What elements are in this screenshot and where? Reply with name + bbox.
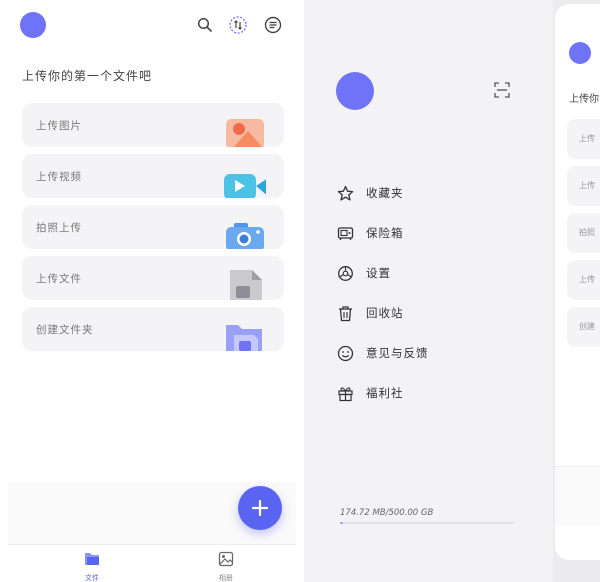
menu-icon[interactable] <box>262 14 284 36</box>
settings-icon <box>336 264 354 282</box>
files-icon <box>85 553 99 565</box>
partial-card[interactable]: 拍照 <box>567 213 600 253</box>
menu-label: 意见与反馈 <box>366 346 429 360</box>
smile-icon <box>336 344 354 362</box>
gift-icon <box>336 384 354 402</box>
partial-card-label: 拍照 <box>579 228 595 237</box>
card-label: 上传文件 <box>36 273 82 285</box>
partial-home-screen: 上传你 上传 上传 拍照 上传 创建 <box>553 0 600 582</box>
menu-label: 设置 <box>366 266 391 280</box>
partial-card[interactable]: 上传 <box>567 260 600 300</box>
file-upload-icon <box>224 270 266 300</box>
folder-create-icon <box>224 321 266 351</box>
bottom-nav: 文件 相册 <box>8 544 296 582</box>
menu-settings[interactable]: 设置 <box>336 263 391 283</box>
menu-safe[interactable]: 保险箱 <box>336 223 404 243</box>
storage-progress-fill <box>340 522 343 524</box>
nav-label: 文件 <box>85 574 99 582</box>
menu-label: 回收站 <box>366 306 404 320</box>
upload-image-card[interactable]: 上传图片 <box>22 103 284 147</box>
menu-label: 保险箱 <box>366 226 404 240</box>
menu-trash[interactable]: 回收站 <box>336 303 404 323</box>
star-icon <box>336 184 354 202</box>
search-icon[interactable] <box>194 14 216 36</box>
safe-icon <box>336 224 354 242</box>
partial-card-label: 上传 <box>579 181 595 190</box>
storage-usage-text: 174.72 MB/500.00 GB <box>340 508 434 518</box>
partial-prompt: 上传你 <box>569 94 599 105</box>
home-screen: 上传你的第一个文件吧 上传图片 上传视频 拍照上传 上传文件 创建文件夹 文件 … <box>0 0 304 582</box>
image-upload-icon <box>224 117 266 147</box>
nav-label: 相册 <box>219 574 233 582</box>
video-upload-icon <box>224 168 266 198</box>
partial-card-label: 创建 <box>579 322 595 331</box>
partial-card-label: 上传 <box>579 275 595 284</box>
nav-files[interactable]: 文件 <box>62 551 122 582</box>
nav-album[interactable]: 相册 <box>196 551 256 582</box>
partial-card[interactable]: 上传 <box>567 119 600 159</box>
partial-card[interactable]: 上传 <box>567 166 600 206</box>
avatar[interactable] <box>569 42 591 64</box>
camera-upload-icon <box>224 219 266 249</box>
upload-file-card[interactable]: 上传文件 <box>22 256 284 300</box>
empty-prompt: 上传你的第一个文件吧 <box>22 69 153 83</box>
card-label: 上传图片 <box>36 120 82 132</box>
partial-bottom-area <box>555 466 600 526</box>
menu-label: 福利社 <box>366 386 404 400</box>
album-icon <box>218 551 234 567</box>
create-folder-card[interactable]: 创建文件夹 <box>22 307 284 351</box>
storage-progress-bar <box>340 522 514 524</box>
scan-icon[interactable] <box>494 82 510 98</box>
partial-card[interactable]: 创建 <box>567 307 600 347</box>
card-label: 拍照上传 <box>36 222 82 234</box>
trash-icon <box>336 304 354 322</box>
plus-icon <box>251 499 269 517</box>
transfer-icon[interactable] <box>227 14 249 36</box>
partial-panel: 上传你 上传 上传 拍照 上传 创建 <box>555 4 600 560</box>
card-label: 创建文件夹 <box>36 324 94 336</box>
menu-feedback[interactable]: 意见与反馈 <box>336 343 429 363</box>
menu-label: 收藏夹 <box>366 186 404 200</box>
partial-card-label: 上传 <box>579 134 595 143</box>
camera-upload-card[interactable]: 拍照上传 <box>22 205 284 249</box>
menu-favorites[interactable]: 收藏夹 <box>336 183 404 203</box>
upload-video-card[interactable]: 上传视频 <box>22 154 284 198</box>
avatar[interactable] <box>336 72 374 110</box>
side-drawer: 收藏夹 保险箱 设置 回收站 意见与反馈 福利社 174.72 MB/500.0… <box>304 0 553 582</box>
avatar[interactable] <box>20 12 46 38</box>
menu-welfare[interactable]: 福利社 <box>336 383 404 403</box>
card-label: 上传视频 <box>36 171 82 183</box>
add-button[interactable] <box>238 486 282 530</box>
